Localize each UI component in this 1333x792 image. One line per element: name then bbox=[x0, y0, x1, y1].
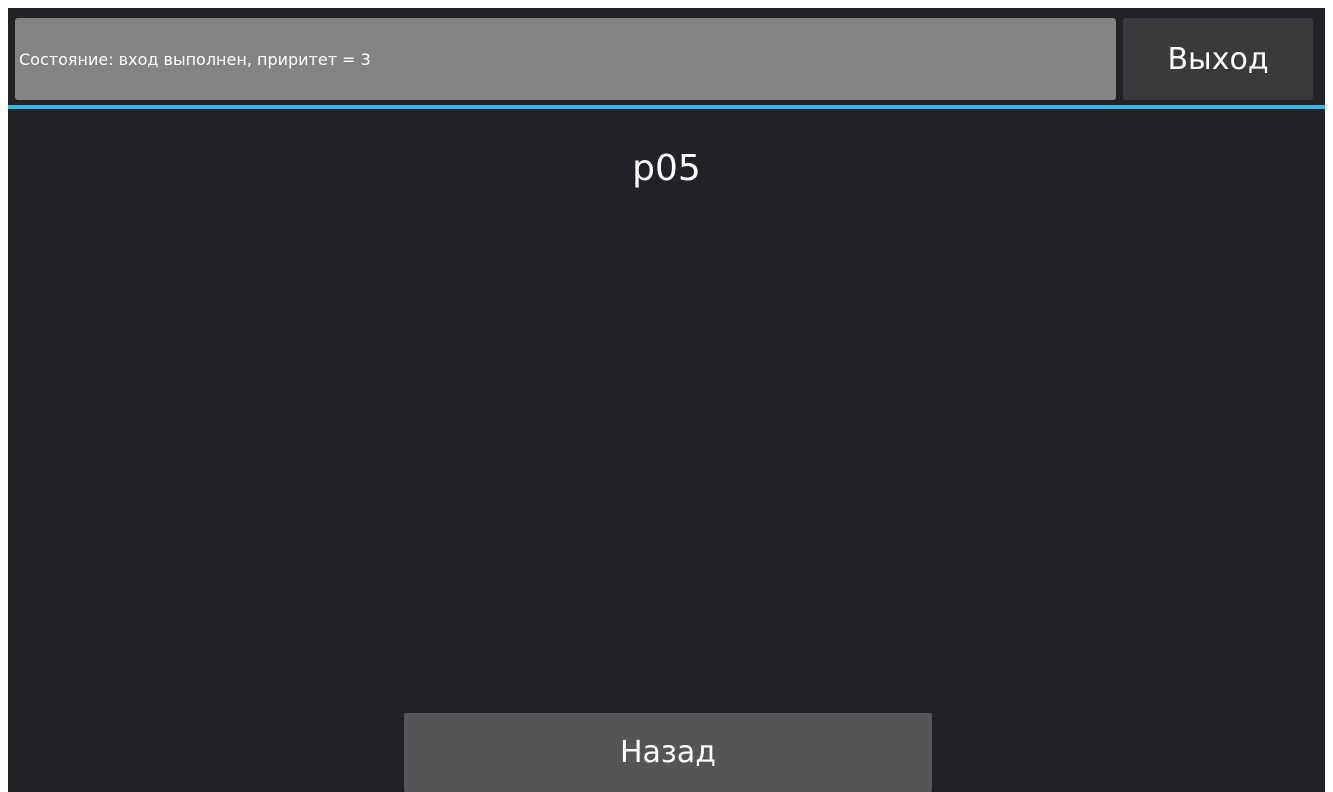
header-bar: Состояние: вход выполнен, приритет = 3 В… bbox=[8, 8, 1325, 106]
header-divider bbox=[8, 105, 1325, 109]
exit-button[interactable]: Выход bbox=[1123, 18, 1313, 100]
status-bar: Состояние: вход выполнен, приритет = 3 bbox=[15, 18, 1116, 100]
back-button[interactable]: Назад bbox=[404, 713, 932, 792]
status-text: Состояние: вход выполнен, приритет = 3 bbox=[19, 49, 371, 69]
app-window: Состояние: вход выполнен, приритет = 3 В… bbox=[8, 8, 1325, 792]
page-title: p05 bbox=[632, 148, 701, 189]
